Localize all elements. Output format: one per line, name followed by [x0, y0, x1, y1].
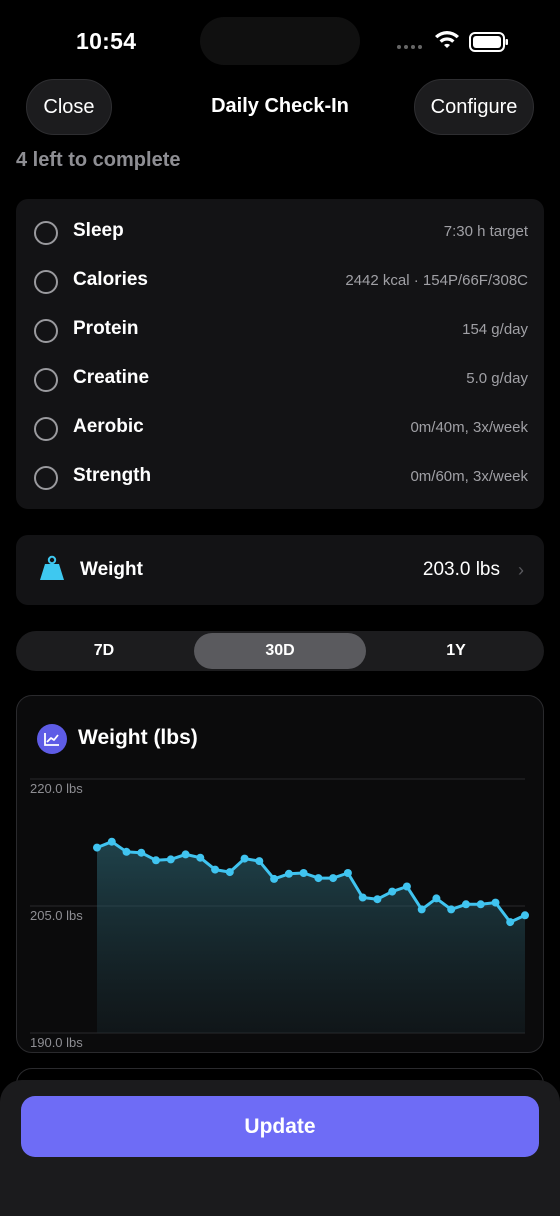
data-point: [299, 869, 308, 877]
data-point: [211, 865, 220, 874]
data-point: [506, 918, 515, 927]
checklist-item-label: Creatine: [73, 367, 150, 388]
data-point: [476, 900, 485, 909]
data-point: [358, 893, 367, 902]
checklist-item-value: 2442 kcal · 154P/66F/308C: [345, 272, 528, 289]
data-point: [122, 847, 131, 856]
data-point: [491, 898, 500, 907]
checklist-item-creatine[interactable]: Creatine 5.0 g/day: [16, 360, 544, 400]
remaining-count: 4 left to complete: [16, 149, 181, 171]
radio-circle-icon[interactable]: [34, 417, 58, 441]
weight-chart-card: Weight (lbs) 220.0 lbs 205.0 lbs 190.0 lbs: [16, 695, 544, 1053]
data-point: [314, 874, 323, 883]
checklist-item-sleep[interactable]: Sleep 7:30 h target: [16, 213, 544, 253]
checklist-item-value: 5.0 g/day: [466, 370, 528, 387]
checklist-item-label: Sleep: [73, 220, 124, 241]
scale-icon: [40, 555, 64, 580]
data-point: [329, 874, 338, 883]
data-point: [284, 869, 293, 878]
weight-area: [97, 841, 525, 1033]
dynamic-island: [200, 17, 360, 65]
range-segmented-control: 7D 30D 1Y: [16, 631, 544, 671]
checklist-item-strength[interactable]: Strength 0m/60m, 3x/week: [16, 458, 544, 498]
checklist-item-value: 154 g/day: [462, 321, 528, 338]
checklist-item-value: 0m/40m, 3x/week: [410, 419, 528, 436]
data-point: [417, 905, 426, 914]
configure-button[interactable]: Configure: [414, 79, 534, 135]
weight-label: Weight: [80, 559, 143, 580]
checklist-item-label: Calories: [73, 269, 148, 290]
y-tick-label: 205.0 lbs: [30, 908, 83, 923]
chevron-right-icon: ›: [518, 560, 524, 580]
checklist-item-value: 0m/60m, 3x/week: [410, 468, 528, 485]
data-point: [166, 855, 175, 864]
checklist-card: Sleep 7:30 h target Calories 2442 kcal ·…: [16, 199, 544, 509]
radio-circle-icon[interactable]: [34, 466, 58, 490]
checklist-item-label: Protein: [73, 318, 139, 339]
cellular-signal-icon: [397, 45, 422, 49]
weight-value: 203.0 lbs: [422, 559, 500, 580]
checklist-item-label: Strength: [73, 465, 152, 486]
radio-circle-icon[interactable]: [34, 319, 58, 343]
data-point: [521, 911, 529, 920]
data-point: [388, 887, 397, 896]
data-point: [462, 900, 470, 909]
status-bar: 10:54: [0, 0, 560, 80]
weight-line-chart: 220.0 lbs 205.0 lbs 190.0 lbs: [30, 778, 529, 1050]
data-point: [196, 853, 205, 862]
checklist-item-calories[interactable]: Calories 2442 kcal · 154P/66F/308C: [16, 262, 544, 302]
data-point: [225, 868, 234, 877]
data-point: [255, 857, 264, 866]
radio-circle-icon[interactable]: [34, 270, 58, 294]
y-tick-label: 220.0 lbs: [30, 781, 83, 796]
data-point: [343, 869, 352, 877]
range-tab-30d[interactable]: 30D: [194, 633, 366, 669]
data-point: [137, 848, 146, 857]
update-button[interactable]: Update: [21, 1096, 539, 1157]
battery-icon: [469, 32, 508, 52]
data-point: [107, 837, 116, 846]
data-point: [93, 843, 101, 852]
data-point: [270, 874, 279, 883]
data-point: [373, 895, 382, 904]
data-point: [181, 850, 190, 859]
data-point: [152, 856, 160, 865]
weight-row[interactable]: Weight 203.0 lbs ›: [16, 535, 544, 605]
data-point: [240, 854, 249, 863]
checklist-item-protein[interactable]: Protein 154 g/day: [16, 311, 544, 351]
checklist-item-aerobic[interactable]: Aerobic 0m/40m, 3x/week: [16, 409, 544, 449]
range-tab-1y[interactable]: 1Y: [370, 633, 542, 669]
data-point: [402, 882, 411, 891]
radio-circle-icon[interactable]: [34, 368, 58, 392]
data-point: [432, 894, 441, 903]
checklist-item-value: 7:30 h target: [443, 223, 528, 240]
data-point: [447, 905, 456, 914]
range-tab-7d[interactable]: 7D: [18, 633, 190, 669]
status-time: 10:54: [76, 28, 137, 54]
radio-circle-icon[interactable]: [34, 221, 58, 245]
y-tick-label: 190.0 lbs: [30, 1035, 83, 1050]
checklist-item-label: Aerobic: [73, 416, 144, 437]
wifi-icon: [435, 31, 459, 48]
